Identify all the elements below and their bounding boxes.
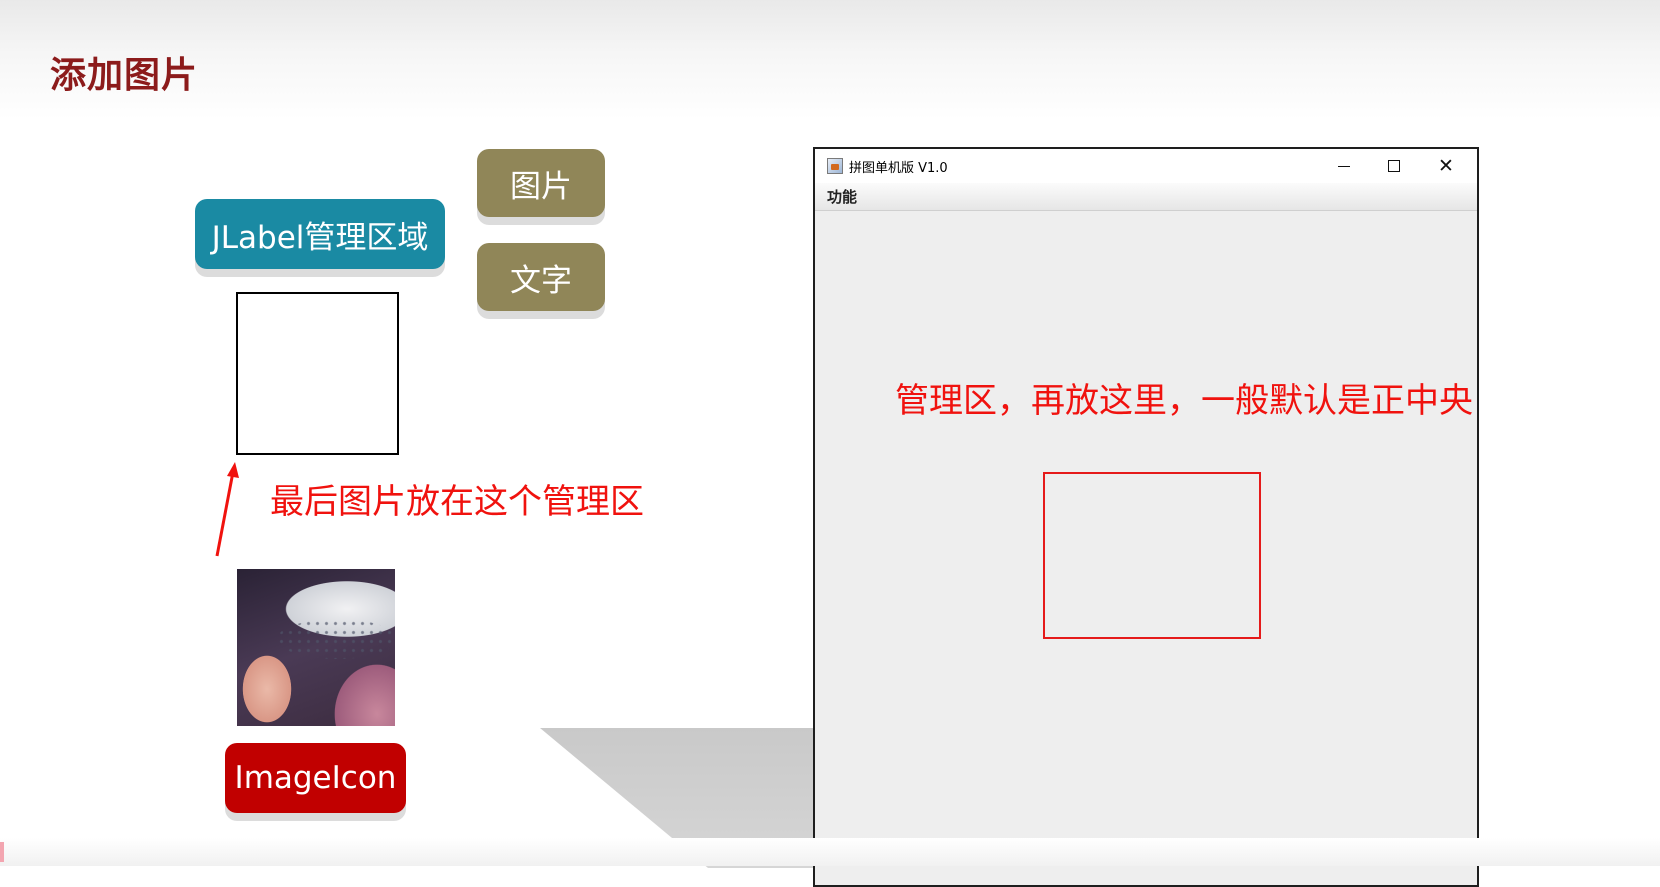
puzzle-game-window: 拼图单机版 V1.0 ✕ 功能 (813, 147, 1479, 887)
corner-mark (0, 842, 4, 862)
maximize-icon (1388, 160, 1400, 172)
menu-item-function[interactable]: 功能 (827, 186, 857, 207)
imageicon-tag: ImageIcon (225, 743, 406, 813)
close-icon: ✕ (1438, 155, 1454, 177)
close-button[interactable]: ✕ (1423, 149, 1469, 183)
window-titlebar[interactable]: 拼图单机版 V1.0 ✕ (815, 149, 1477, 183)
window-title: 拼图单机版 V1.0 (849, 160, 948, 176)
java-app-icon (827, 158, 843, 174)
bottom-fade (0, 838, 1660, 866)
annotation-left: 最后图片放在这个管理区 (270, 482, 644, 522)
center-management-box (1043, 472, 1261, 639)
image-tag: 图片 (477, 149, 605, 217)
text-tag: 文字 (477, 243, 605, 311)
minimize-button[interactable] (1321, 149, 1367, 183)
menu-bar: 功能 (815, 183, 1477, 211)
jlabel-area-tag: JLabel管理区域 (195, 199, 445, 269)
jlabel-box (236, 292, 399, 455)
annotation-right: 管理区，再放这里，一般默认是正中央 (895, 381, 1473, 421)
up-arrow-icon (215, 462, 239, 557)
dog-nose-photo (237, 569, 395, 726)
maximize-button[interactable] (1371, 149, 1417, 183)
slide-title: 添加图片 (50, 55, 199, 96)
minimize-icon (1338, 165, 1350, 167)
slide-header-band (0, 0, 1660, 120)
